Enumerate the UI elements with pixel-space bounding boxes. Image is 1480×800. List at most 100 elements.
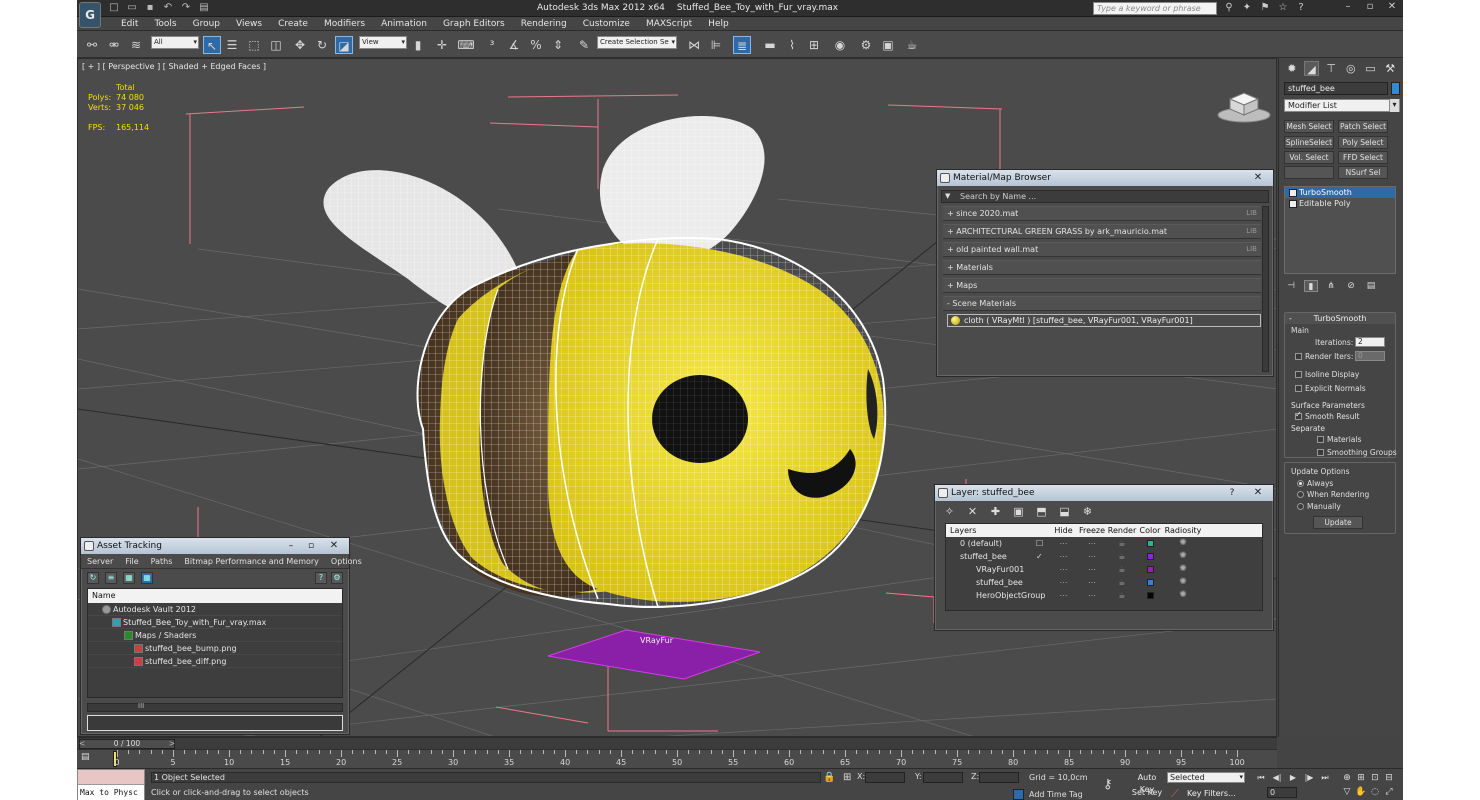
render-iters-spinner[interactable]: 0 [1355, 351, 1385, 361]
display-tab-icon[interactable]: ▭ [1363, 61, 1379, 76]
menu-tools[interactable]: Tools [146, 17, 184, 30]
track-bar[interactable]: ▤ 0 5 10 15 20 25 30 35 40 45 50 55 60 65 70 75 80 85 90 95… [77, 749, 1277, 768]
scale-icon[interactable]: ◪ [335, 36, 353, 54]
play-icon[interactable]: ▶ [1287, 772, 1299, 783]
material-library-row[interactable]: + old painted wall.mat LIB [943, 242, 1261, 257]
table-view-icon[interactable]: ▦ [123, 572, 135, 584]
keyboard-shortcut-override-icon[interactable]: ⌨ [457, 36, 475, 54]
key-filter-icon[interactable]: ⟋ [1171, 787, 1179, 800]
layer-row[interactable]: 0 (default) ☐ ⋯ ⋯ ☕ ✺ [946, 537, 1262, 550]
spinner-snap-icon[interactable]: ⇕ [549, 36, 567, 54]
curve-editor-icon[interactable]: ⌇ [783, 36, 801, 54]
app-logo-button[interactable]: G [79, 2, 101, 28]
layer-row[interactable]: stuffed_bee ✓ ⋯ ⋯ ☕ ✺ [946, 550, 1262, 563]
menu-help[interactable]: Help [700, 17, 737, 30]
minimize-icon[interactable]: – [283, 538, 299, 554]
go-to-end-icon[interactable]: ⏭ [1319, 772, 1331, 783]
absolute-mode-icon[interactable]: ⊞ [843, 772, 851, 783]
help-icon[interactable]: ? [315, 572, 327, 584]
smooth-result-checkbox[interactable] [1295, 410, 1302, 420]
scene-materials-group-row[interactable]: - Scene Materials [943, 296, 1261, 311]
mini-curve-editor-icon[interactable]: ▤ [81, 752, 95, 764]
menu-bitmap-performance[interactable]: Bitmap Performance and Memory [178, 556, 325, 566]
layer-manager-icon[interactable]: ≣ [733, 36, 751, 54]
maximize-viewport-icon[interactable]: ⤢ [1383, 786, 1395, 798]
asset-row[interactable]: stuffed_bee_diff.png [88, 655, 342, 668]
select-manipulate-icon[interactable]: ✛ [433, 36, 451, 54]
stack-item-editable-poly[interactable]: Editable Poly [1285, 198, 1395, 209]
zoom-extents-icon[interactable]: ⊡ [1369, 772, 1381, 784]
pivot-center-icon[interactable]: ▮ [409, 36, 427, 54]
x-coord-field[interactable] [865, 772, 905, 783]
help-icon[interactable]: ? [1295, 2, 1307, 14]
minimize-icon[interactable]: – [1337, 0, 1359, 14]
help-search-input[interactable]: Type a keyword or phrase [1093, 2, 1217, 15]
render-iters-checkbox[interactable] [1295, 353, 1302, 360]
update-always-radio[interactable] [1297, 480, 1304, 487]
menu-customize[interactable]: Customize [575, 17, 638, 30]
menu-create[interactable]: Create [270, 17, 316, 30]
add-time-tag-icon[interactable] [1013, 789, 1024, 800]
turbosmooth-rollout-header[interactable]: TurboSmooth [1285, 313, 1395, 324]
menu-rendering[interactable]: Rendering [513, 17, 575, 30]
time-slider[interactable]: 0 / 100 [77, 737, 1277, 749]
column-hide[interactable]: Hide [1050, 524, 1077, 537]
material-library-row[interactable]: + ARCHITECTURAL GREEN GRASS by ark_mauri… [943, 224, 1261, 239]
close-icon[interactable]: ✕ [1247, 485, 1269, 499]
column-radiosity[interactable]: Radiosity [1163, 524, 1203, 537]
layer-manager-titlebar[interactable]: Layer: stuffed_bee? ✕ [935, 485, 1273, 501]
maxscript-mini-listener[interactable]: Max to Physc [78, 785, 144, 800]
field-of-view-icon[interactable]: ▽ [1341, 786, 1353, 798]
highlight-layer-icon[interactable]: ⬒ [1035, 505, 1048, 518]
hide-all-layers-icon[interactable]: ⬓ [1058, 505, 1071, 518]
undo-icon[interactable]: ↶ [161, 2, 175, 14]
orbit-icon[interactable]: ◌ [1369, 786, 1381, 798]
radiosity-bulb-icon[interactable]: ✺ [1163, 576, 1203, 589]
y-coord-field[interactable] [923, 772, 963, 783]
select-object-icon[interactable]: ↖ [203, 36, 221, 54]
radiosity-bulb-icon[interactable]: ✺ [1163, 563, 1203, 576]
zoom-icon[interactable]: ⊕ [1341, 772, 1353, 784]
mirror-icon[interactable]: ⋈ [685, 36, 703, 54]
radiosity-bulb-icon[interactable]: ✺ [1163, 589, 1203, 602]
close-icon[interactable]: ✕ [1247, 170, 1269, 184]
explicit-normals-checkbox[interactable] [1295, 385, 1302, 392]
perspective-viewport[interactable]: [ + ] [ Perspective ] [ Shaded + Edged F… [77, 58, 1277, 737]
named-selection-sets-dropdown[interactable]: Create Selection Se [597, 36, 677, 49]
key-mode-dropdown[interactable]: Selected [1167, 772, 1245, 783]
viewcube-icon[interactable] [1216, 81, 1272, 125]
render-production-icon[interactable]: ☕ [903, 36, 921, 54]
rectangle-selection-icon[interactable]: ⬚ [245, 36, 263, 54]
set-key-icon[interactable]: ⚷ [1103, 777, 1113, 792]
angle-snap-icon[interactable]: ∡ [505, 36, 523, 54]
menu-edit[interactable]: Edit [113, 17, 146, 30]
motion-tab-icon[interactable]: ◎ [1343, 61, 1359, 76]
open-file-icon[interactable]: ▭ [125, 2, 139, 14]
z-coord-field[interactable] [979, 772, 1019, 783]
radiosity-bulb-icon[interactable]: ✺ [1163, 537, 1203, 550]
maps-group-row[interactable]: + Maps [943, 278, 1261, 293]
communication-center-icon[interactable]: ⚑ [1259, 2, 1271, 14]
rotate-icon[interactable]: ↻ [313, 36, 331, 54]
unlink-icon[interactable]: ⚮ [105, 36, 123, 54]
pan-icon[interactable]: ✋ [1355, 786, 1367, 798]
maxscript-listener-output[interactable] [78, 770, 144, 785]
object-color-swatch[interactable] [1391, 82, 1400, 95]
scene-material-item[interactable]: cloth ( VRayMtl ) [stuffed_bee, VRayFur0… [947, 314, 1261, 327]
set-key-button[interactable]: Set Key [1130, 787, 1164, 799]
delete-layer-icon[interactable]: ✕ [966, 505, 979, 518]
graphite-ribbon-icon[interactable]: ▬ [761, 36, 779, 54]
column-render[interactable]: Render [1107, 524, 1137, 537]
patch-select-button[interactable]: Patch Select [1338, 120, 1388, 133]
hierarchy-tab-icon[interactable]: ⊤ [1323, 61, 1339, 76]
menu-paths[interactable]: Paths [145, 556, 179, 566]
zoom-all-icon[interactable]: ⊞ [1355, 772, 1367, 784]
update-button[interactable]: Update [1313, 516, 1363, 529]
grid-view-icon[interactable]: ▦ [141, 572, 153, 584]
poly-select-button[interactable]: Poly Select [1338, 136, 1388, 149]
menu-maxscript[interactable]: MAXScript [638, 17, 700, 30]
schematic-view-icon[interactable]: ⊞ [805, 36, 823, 54]
materials-group-row[interactable]: + Materials [943, 260, 1261, 275]
key-filters-button[interactable]: Key Filters... [1187, 789, 1236, 798]
asset-row[interactable]: Autodesk Vault 2012 [88, 603, 342, 616]
